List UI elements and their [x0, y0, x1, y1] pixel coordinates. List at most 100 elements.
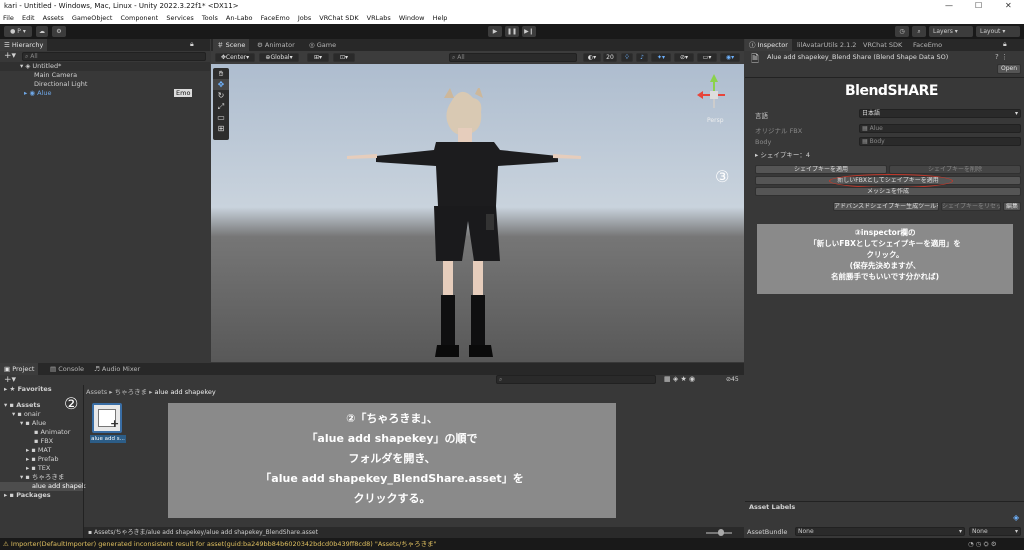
- folder-alue-add-shapekey[interactable]: alue add shapek: [0, 482, 86, 491]
- project-filter-icons[interactable]: ▦ ◈ ★ ◉: [664, 375, 695, 383]
- breadcrumb-alue-add-shapekey[interactable]: alue add shapekey: [154, 388, 215, 396]
- apply-shapekey-button[interactable]: シェイプキーを適用: [755, 165, 887, 174]
- gizmos-icon[interactable]: ◉▾: [720, 53, 740, 62]
- project-add-button[interactable]: +▾: [4, 375, 16, 385]
- menu-edit[interactable]: Edit: [22, 14, 35, 22]
- open-button[interactable]: Open: [997, 64, 1021, 74]
- layers-dropdown[interactable]: Layers ▾: [929, 26, 973, 37]
- tab-lilavatarutils[interactable]: lilAvatarUtils 2.1.2: [793, 39, 860, 51]
- folder-charokima[interactable]: ▾ ▪ ちゃろきま: [0, 473, 83, 482]
- tab-console[interactable]: ▤ Console: [46, 363, 88, 375]
- label-tag-icon[interactable]: ◈: [1013, 513, 1019, 522]
- tab-project[interactable]: ▣ Project: [0, 363, 39, 375]
- maximize-button[interactable]: ☐: [975, 0, 982, 12]
- tab-scene[interactable]: ＃ Scene: [213, 39, 250, 51]
- minimize-button[interactable]: —: [945, 0, 953, 12]
- help-icon[interactable]: ? ⋮: [995, 53, 1008, 61]
- tab-game[interactable]: ◎ Game: [305, 39, 340, 51]
- pivot-dropdown[interactable]: ✥Center▾: [215, 53, 255, 62]
- hierarchy-item-directional-light[interactable]: Directional Light: [0, 80, 210, 89]
- original-fbx-field[interactable]: ▦ Alue: [859, 124, 1021, 133]
- scene-gizmo[interactable]: Persp: [689, 70, 739, 128]
- snap-toggle[interactable]: ⊡▾: [333, 53, 355, 62]
- advanced-tool-button[interactable]: アドバンスドシェイプキー生成ツールを開く: [833, 202, 939, 211]
- menu-tools[interactable]: Tools: [202, 14, 218, 22]
- folder-alue[interactable]: ▾ ▪ Alue: [0, 419, 83, 428]
- folder-animator[interactable]: ▪ Animator: [0, 428, 83, 437]
- hidden-count[interactable]: ⊘45: [726, 376, 739, 383]
- tab-hierarchy[interactable]: ☰ Hierarchy: [0, 39, 48, 51]
- menu-vrchat-sdk[interactable]: VRChat SDK: [319, 14, 358, 22]
- add-button[interactable]: +▾: [4, 51, 16, 61]
- scene-item[interactable]: ▾ ◈ Untitled*: [0, 62, 210, 71]
- inspector-lock-icon[interactable]: 🔒︎: [1003, 40, 1007, 49]
- breadcrumb-charokima[interactable]: ちゃろきま: [115, 388, 148, 396]
- favorites-item[interactable]: ▸ ★ Favorites: [0, 385, 83, 394]
- edit-button[interactable]: 編集: [1003, 202, 1021, 211]
- avatar-model[interactable]: [341, 88, 581, 363]
- play-button[interactable]: ▶: [488, 26, 502, 37]
- light-icon[interactable]: 💡︎: [621, 53, 633, 62]
- menu-window[interactable]: Window: [399, 14, 425, 22]
- step-button[interactable]: ▶❙: [522, 26, 536, 37]
- hidden-objects-icon[interactable]: ⊘▾: [674, 53, 694, 62]
- pause-button[interactable]: ❚❚: [505, 26, 519, 37]
- shapekey-count[interactable]: ▸ シェイプキー：4: [755, 149, 810, 159]
- breadcrumb-assets[interactable]: Assets: [86, 388, 107, 396]
- menu-vrlabs[interactable]: VRLabs: [367, 14, 391, 22]
- folder-fbx[interactable]: ▪ FBX: [0, 437, 83, 446]
- remove-shapekey-button[interactable]: シェイプキーを削除: [889, 165, 1021, 174]
- hand-tool-icon[interactable]: ✋︎: [213, 68, 229, 79]
- hierarchy-search-input[interactable]: ⌕ All: [22, 52, 206, 61]
- close-button[interactable]: ✕: [1005, 0, 1012, 12]
- menu-help[interactable]: Help: [433, 14, 448, 22]
- history-icon[interactable]: ◷: [895, 26, 909, 37]
- folder-prefab[interactable]: ▸ ▪ Prefab: [0, 455, 83, 464]
- search-icon[interactable]: ⌕: [912, 26, 926, 37]
- tab-inspector[interactable]: ⓘ Inspector: [745, 39, 792, 51]
- packages-item[interactable]: ▸ ▪ Packages: [0, 491, 83, 500]
- status-bar[interactable]: ⚠ Importer(DefaultImporter) generated in…: [0, 538, 1024, 550]
- tab-faceemo[interactable]: FaceEmo: [909, 39, 946, 51]
- folder-tex[interactable]: ▸ ▪ TEX: [0, 464, 83, 473]
- asset-item-blendshare[interactable]: + alue add s...: [90, 403, 126, 445]
- menu-services[interactable]: Services: [166, 14, 193, 22]
- lock-icon[interactable]: 🔒︎: [190, 40, 194, 49]
- tab-vrchat-sdk[interactable]: VRChat SDK: [859, 39, 906, 51]
- hierarchy-item-main-camera[interactable]: Main Camera: [0, 71, 210, 80]
- menu-gameobject[interactable]: GameObject: [72, 14, 113, 22]
- icon-size-slider-handle[interactable]: [718, 529, 724, 536]
- menu-jobs[interactable]: Jobs: [298, 14, 311, 22]
- hierarchy-item-alue[interactable]: ▸ ◉ Alue Emo: [0, 89, 210, 98]
- menu-faceemo[interactable]: FaceEmo: [261, 14, 290, 22]
- cloud-icon[interactable]: ☁: [36, 26, 48, 37]
- menu-assets[interactable]: Assets: [43, 14, 64, 22]
- rotate-tool-icon[interactable]: ↻: [213, 90, 229, 101]
- move-tool-icon[interactable]: ✥: [213, 79, 229, 90]
- menu-an-labo[interactable]: An-Labo: [226, 14, 253, 22]
- grid-toggle[interactable]: ⊞▾: [307, 53, 329, 62]
- status-icons[interactable]: ◔ ◷ ⛭ ⚙: [968, 538, 997, 550]
- draw-mode-button[interactable]: ◐▾: [583, 53, 601, 62]
- space-dropdown[interactable]: ⊕Global▾: [259, 53, 299, 62]
- language-dropdown[interactable]: 日本語 ▾: [859, 109, 1021, 118]
- tab-audio-mixer[interactable]: ♬ Audio Mixer: [90, 363, 144, 375]
- tab-animator[interactable]: ⚙ Animator: [253, 39, 299, 51]
- effects-icon[interactable]: ✦▾: [651, 53, 671, 62]
- scene-viewport[interactable]: ✋︎ ✥ ↻ ⤢ ▭ ⊞ Persp: [211, 64, 744, 362]
- scene-search-input[interactable]: ⌕ All: [449, 53, 577, 62]
- menu-component[interactable]: Component: [120, 14, 158, 22]
- create-mesh-button[interactable]: メッシュを作成: [755, 187, 1021, 196]
- transform-tool-icon[interactable]: ⊞: [213, 123, 229, 134]
- 2d-toggle[interactable]: 20: [603, 53, 617, 62]
- collab-icon[interactable]: ⚙: [52, 26, 66, 37]
- camera-icon[interactable]: ▭▾: [697, 53, 717, 62]
- menu-file[interactable]: File: [3, 14, 14, 22]
- reset-shapekey-button[interactable]: シェイプキーをリセット: [941, 202, 1001, 211]
- folder-mat[interactable]: ▸ ▪ MAT: [0, 446, 83, 455]
- audio-icon[interactable]: ♪: [636, 53, 648, 62]
- rect-tool-icon[interactable]: ▭: [213, 112, 229, 123]
- account-button[interactable]: ● P ▾: [4, 26, 32, 37]
- body-field[interactable]: ▦ Body: [859, 137, 1021, 146]
- project-search-input[interactable]: ⌕: [496, 375, 656, 384]
